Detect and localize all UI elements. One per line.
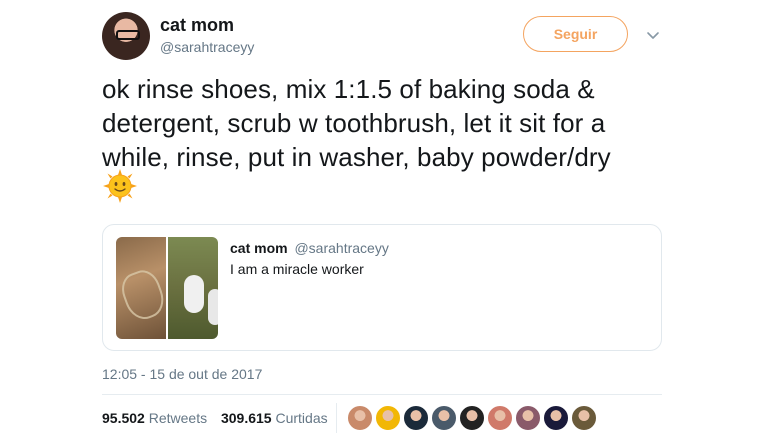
tweet-author[interactable]: cat mom @sarahtraceyy [160,14,254,56]
tweet-text: ok rinse shoes, mix 1:1.5 of baking soda… [102,74,611,172]
liker-avatar[interactable] [543,405,569,431]
liker-avatar[interactable] [487,405,513,431]
tweet-timestamp[interactable]: 12:05 - 15 de out de 2017 [102,365,262,383]
quoted-author-handle: @sarahtraceyy [294,240,389,256]
sun-with-face-icon [103,169,137,203]
retweets-label[interactable]: Retweets [149,410,207,426]
retweets-count[interactable]: 95.502 [102,410,145,426]
likes-label[interactable]: Curtidas [275,410,327,426]
liker-avatar[interactable] [403,405,429,431]
quoted-tweet-text: I am a miracle worker [230,261,364,277]
follow-button[interactable]: Seguir [523,16,628,52]
likers-avatars [347,405,597,431]
liker-avatar[interactable] [347,405,373,431]
author-avatar[interactable] [102,12,150,60]
quoted-tweet-card[interactable]: cat mom @sarahtraceyy I am a miracle wor… [102,224,662,351]
quoted-tweet-author: cat mom @sarahtraceyy [230,239,389,257]
author-handle[interactable]: @sarahtraceyy [160,38,254,56]
liker-avatar[interactable] [431,405,457,431]
liker-avatar[interactable] [571,405,597,431]
quoted-tweet-photo[interactable] [116,237,218,339]
chevron-down-icon[interactable] [646,28,660,42]
quoted-author-name: cat mom [230,240,288,256]
tweet-stats: 95.502 Retweets 309.615 Curtidas [102,409,328,427]
divider [102,394,662,395]
stats-separator [336,403,337,433]
likes-count[interactable]: 309.615 [221,410,272,426]
liker-avatar[interactable] [515,405,541,431]
author-name[interactable]: cat mom [160,14,254,36]
liker-avatar[interactable] [459,405,485,431]
dirty-shoe-image [116,237,166,339]
liker-avatar[interactable] [375,405,401,431]
clean-shoes-image [168,237,218,339]
